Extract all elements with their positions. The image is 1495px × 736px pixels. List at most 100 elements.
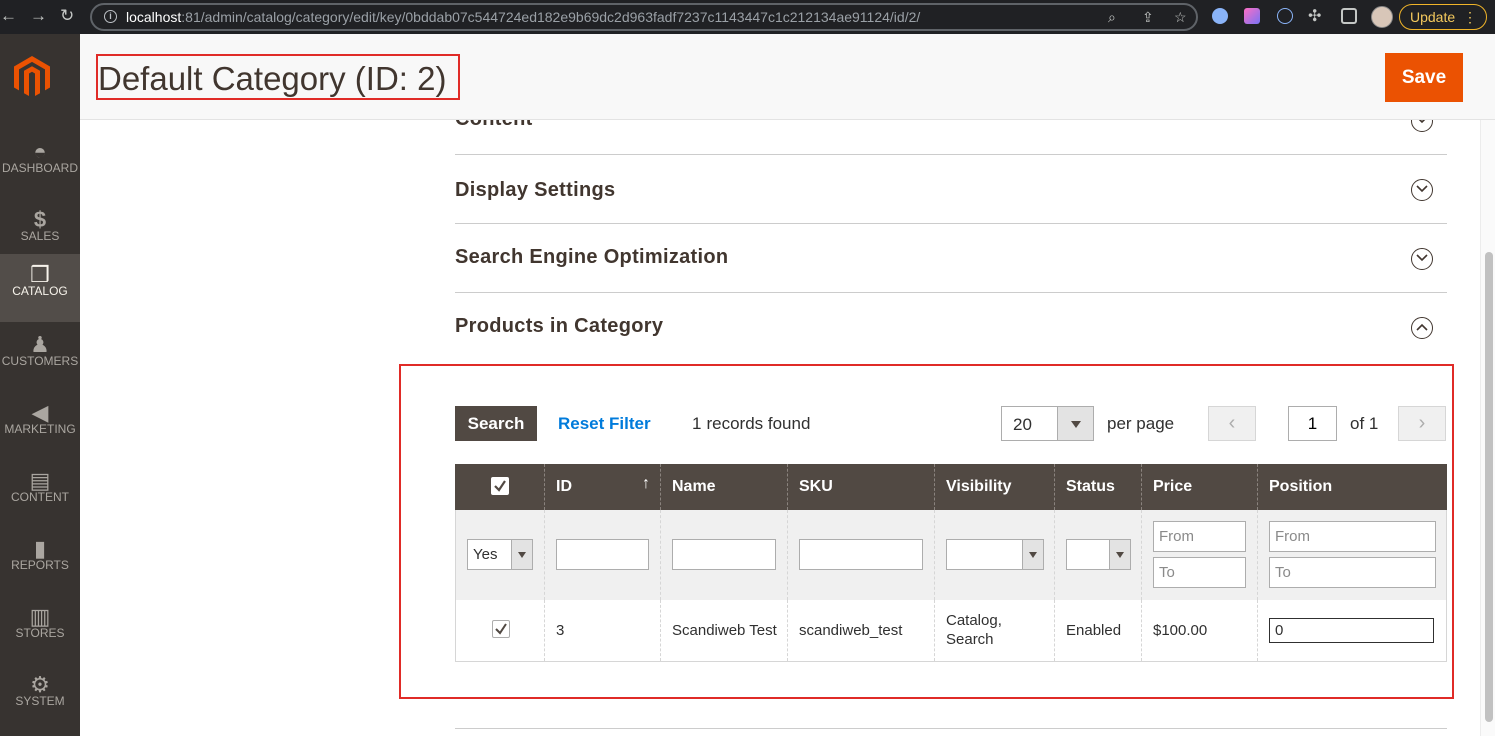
chevron-down-icon[interactable] [1057,407,1093,440]
share-icon[interactable]: ⇪ [1142,9,1154,26]
section-display-settings[interactable]: Display Settings [455,155,1447,224]
update-button[interactable]: Update ⋮ [1399,4,1487,30]
profile-avatar[interactable] [1371,6,1393,28]
back-arrow-icon[interactable]: ← [0,6,17,26]
page-number-input[interactable] [1288,406,1337,441]
price-to-input[interactable]: To [1153,557,1246,588]
select-all-checkbox[interactable] [491,477,509,495]
column-header-visibility[interactable]: Visibility [934,464,1054,510]
megaphone-icon: ◀ [31,400,49,425]
column-header-sku[interactable]: SKU [787,464,934,510]
in-category-filter-select[interactable]: Yes [467,539,533,570]
layout-icon: ▤ [29,468,51,493]
cell-sku: scandiweb_test [799,622,903,639]
sidebar-item-label: SYSTEM [15,694,65,708]
extension-icon[interactable] [1244,8,1260,24]
cell-visibility: Catalog, Search [946,612,1002,648]
filter-value: Yes [473,546,498,563]
position-input[interactable]: 0 [1269,618,1434,643]
section-title[interactable]: Products in Category [455,315,663,338]
sidebar-item-customers[interactable]: ♟ CUSTOMERS [0,324,80,392]
status-filter-select[interactable] [1066,539,1131,570]
dollar-icon: $ [33,207,47,232]
column-header-name[interactable]: Name [660,464,787,510]
name-filter-input[interactable] [672,539,776,570]
site-info-icon[interactable]: i [104,10,117,23]
page-header: Default Category (ID: 2) Save [80,34,1495,120]
sidebar-item-label: STORES [15,626,65,640]
person-icon: ♟ [30,332,50,357]
address-bar[interactable]: i localhost:81/admin/catalog/category/ed… [90,3,1198,31]
sidebar-item-label: REPORTS [11,558,69,572]
grid-header-row: ID ↑ Name SKU Visibility Status Price Pos… [455,464,1447,510]
sidebar-item-label: SALES [20,229,60,243]
dashboard-icon: ◓ [33,139,47,164]
sidebar-item-label: CATALOG [12,284,68,298]
chevron-down-icon[interactable] [1411,179,1433,201]
puzzle-extensions-icon[interactable]: ✣ [1308,6,1321,26]
admin-sidebar: ◓ DASHBOARD $ SALES ❒ CATALOG ♟ CUSTOMER… [0,34,80,736]
sidebar-item-stores[interactable]: ▥ STORES [0,596,80,664]
section-title: Search Engine Optimization [455,246,729,268]
sidebar-item-marketing[interactable]: ◀ MARKETING [0,392,80,460]
cell-status: Enabled [1066,622,1122,639]
sidebar-item-dashboard[interactable]: ◓ DASHBOARD [0,131,80,199]
sidebar-item-content[interactable]: ▤ CONTENT [0,460,80,528]
magento-logo-icon[interactable] [12,54,52,100]
cell-id: 3 [556,622,565,639]
position-from-input[interactable]: From [1269,521,1436,552]
react-extension-icon[interactable] [1277,8,1293,24]
section-title: Display Settings [455,179,616,201]
sort-up-arrow-icon: ↑ [642,475,650,492]
column-header-id[interactable]: ID ↑ [544,464,660,510]
bar-chart-icon: ▮ [33,536,47,561]
id-filter-input[interactable] [556,539,649,570]
sku-filter-input[interactable] [799,539,923,570]
column-header-status[interactable]: Status [1054,464,1141,510]
page-scrollbar[interactable] [1480,120,1495,736]
sidebar-item-system[interactable]: ⚙ SYSTEM [0,664,80,732]
next-page-button[interactable]: › [1398,406,1446,441]
extension-icon[interactable] [1212,8,1228,24]
per-page-select[interactable]: 20 [1001,406,1094,441]
bookmark-star-icon[interactable]: ☆ [1174,9,1187,26]
url-text: localhost:81/admin/catalog/category/edit… [126,9,921,25]
per-page-value: 20 [1013,415,1032,434]
reset-filter-link[interactable]: Reset Filter [558,414,651,434]
per-page-label: per page [1107,414,1175,433]
visibility-filter-select[interactable] [946,539,1044,570]
row-checkbox[interactable] [492,620,510,638]
chevron-down-icon [511,540,532,569]
page-title: Default Category (ID: 2) [96,54,461,100]
position-to-input[interactable]: To [1269,557,1436,588]
sidebar-item-label: DASHBOARD [1,161,78,175]
select-all-header [455,464,544,510]
forward-arrow-icon[interactable]: → [30,6,47,26]
scrollbar-thumb[interactable] [1485,252,1493,722]
page-total: of 1 [1350,414,1379,433]
search-button[interactable]: Search [455,406,537,441]
cell-price: $100.00 [1153,622,1208,639]
sidebar-item-label: CONTENT [11,490,69,504]
store-icon: ▥ [29,604,51,629]
reload-icon[interactable]: ↻ [60,6,74,26]
price-from-input[interactable]: From [1153,521,1246,552]
chevron-down-icon [1022,540,1043,569]
gear-icon: ⚙ [30,672,50,697]
chevron-down-icon [1109,540,1130,569]
save-button[interactable]: Save [1385,53,1463,102]
cell-name: Scandiweb Test [672,622,777,639]
side-panel-icon[interactable] [1341,8,1357,24]
column-header-position[interactable]: Position [1257,464,1447,510]
grid-filter-row: Yes From To From To [455,510,1447,600]
previous-page-button[interactable]: ‹ [1208,406,1256,441]
sidebar-item-catalog[interactable]: ❒ CATALOG [0,254,80,322]
box-icon: ❒ [30,262,50,287]
zoom-icon[interactable]: ⌕ [1108,9,1116,26]
table-row[interactable]: 3 Scandiweb Test scandiweb_test Catalog,… [455,600,1447,662]
chevron-down-icon[interactable] [1411,248,1433,270]
section-seo[interactable]: Search Engine Optimization [455,224,1447,293]
chevron-up-icon[interactable] [1411,317,1433,339]
column-header-price[interactable]: Price [1141,464,1257,510]
sidebar-item-reports[interactable]: ▮ REPORTS [0,528,80,596]
